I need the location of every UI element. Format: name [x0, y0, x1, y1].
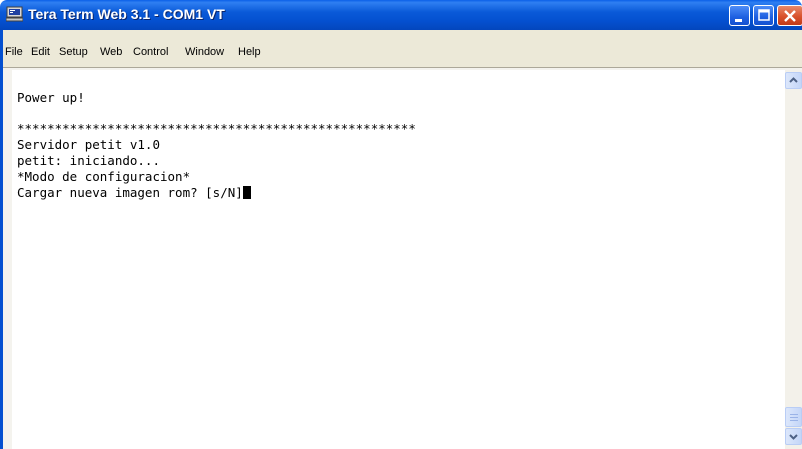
vertical-scrollbar[interactable] — [785, 70, 802, 449]
maximize-button[interactable] — [753, 5, 774, 26]
terminal-prompt-text: Cargar nueva imagen rom? [s/N] — [17, 185, 243, 200]
thumb-grip-line — [790, 417, 798, 418]
terminal-computer-icon[interactable] — [5, 6, 24, 22]
terminal-line: *Modo de configuracion* — [17, 169, 191, 184]
terminal-prompt-line: Cargar nueva imagen rom? [s/N] — [17, 185, 251, 200]
title-bar[interactable]: Tera Term Web 3.1 - COM1 VT — [0, 0, 802, 30]
minimize-button[interactable] — [729, 5, 750, 26]
window-title: Tera Term Web 3.1 - COM1 VT — [28, 6, 225, 22]
menu-setup[interactable]: Setup — [59, 46, 88, 58]
menu-window[interactable]: Window — [185, 46, 224, 58]
terminal-left-margin — [3, 70, 12, 449]
terminal-line: ****************************************… — [17, 121, 416, 136]
scroll-up-button[interactable] — [785, 72, 802, 89]
tera-term-window: Tera Term Web 3.1 - COM1 VT File Edit Se… — [0, 0, 802, 449]
menu-bar: File Edit Setup Web Control Window Help — [0, 30, 802, 68]
scroll-down-button[interactable] — [785, 428, 802, 445]
terminal-line: Servidor petit v1.0 — [17, 137, 160, 152]
menu-edit[interactable]: Edit — [31, 46, 50, 58]
menu-help[interactable]: Help — [238, 46, 261, 58]
text-cursor — [242, 186, 251, 199]
menu-file[interactable]: File — [5, 46, 23, 58]
scroll-thumb[interactable] — [785, 407, 802, 427]
close-button[interactable] — [777, 5, 802, 26]
thumb-grip-line — [790, 420, 798, 421]
menu-control[interactable]: Control — [133, 46, 168, 58]
terminal-line: petit: iniciando... — [17, 153, 160, 168]
scroll-up-arrow-icon — [789, 77, 798, 83]
thumb-grip-line — [790, 414, 798, 415]
scroll-down-arrow-icon — [789, 434, 798, 440]
close-icon — [784, 10, 796, 22]
minimize-icon — [735, 19, 742, 22]
menu-web[interactable]: Web — [100, 46, 122, 58]
terminal-line: Power up! — [17, 90, 85, 105]
maximize-icon — [758, 9, 770, 21]
terminal-screen[interactable]: Power up! ******************************… — [12, 70, 785, 449]
